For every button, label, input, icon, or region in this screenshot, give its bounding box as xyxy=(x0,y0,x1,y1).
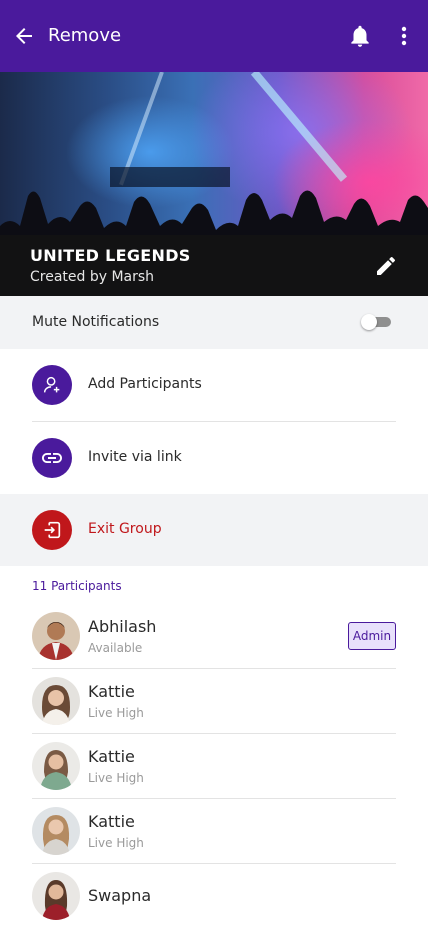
more-vertical-icon[interactable] xyxy=(394,24,414,48)
group-name: UNITED LEGENDS xyxy=(30,246,191,265)
avatar xyxy=(32,742,80,790)
person-add-icon xyxy=(32,365,72,405)
app-bar: Remove xyxy=(0,0,428,72)
add-participants-label: Add Participants xyxy=(88,376,202,392)
invite-via-link-label: Invite via link xyxy=(88,449,182,465)
participant-row[interactable]: Swapna xyxy=(0,872,428,926)
pencil-icon[interactable] xyxy=(374,254,398,278)
divider xyxy=(32,733,396,734)
participant-name: Abhilash xyxy=(88,617,157,636)
divider xyxy=(32,863,396,864)
add-participants-button[interactable]: Add Participants xyxy=(0,349,428,421)
exit-group-button[interactable]: Exit Group xyxy=(0,494,428,566)
participants-count: 11 Participants xyxy=(32,579,122,593)
participant-name: Kattie xyxy=(88,682,135,701)
avatar xyxy=(32,677,80,725)
participant-name: Kattie xyxy=(88,812,135,831)
exit-icon xyxy=(32,510,72,550)
admin-badge: Admin xyxy=(348,622,396,650)
arrow-left-icon[interactable] xyxy=(12,24,36,48)
participant-status: Available xyxy=(88,641,143,655)
divider xyxy=(32,798,396,799)
bell-icon[interactable] xyxy=(347,23,373,49)
group-creator: Created by Marsh xyxy=(30,269,155,285)
link-icon xyxy=(32,438,72,478)
divider xyxy=(32,668,396,669)
participant-name: Swapna xyxy=(88,886,152,905)
cover-caption-overlay xyxy=(0,235,428,296)
participant-status: Live High xyxy=(88,771,144,785)
participant-status: Live High xyxy=(88,706,144,720)
exit-group-label: Exit Group xyxy=(88,521,162,537)
invite-via-link-button[interactable]: Invite via link xyxy=(0,422,428,494)
group-cover-image: UNITED LEGENDS Created by Marsh xyxy=(0,72,428,296)
mute-notifications-label: Mute Notifications xyxy=(32,314,160,330)
participant-name: Kattie xyxy=(88,747,135,766)
avatar xyxy=(32,612,80,660)
toggle-thumb xyxy=(361,314,377,330)
page-title: Remove xyxy=(48,25,122,46)
mute-notifications-toggle[interactable] xyxy=(361,314,391,330)
avatar xyxy=(32,872,80,920)
participant-status: Live High xyxy=(88,836,144,850)
avatar xyxy=(32,807,80,855)
